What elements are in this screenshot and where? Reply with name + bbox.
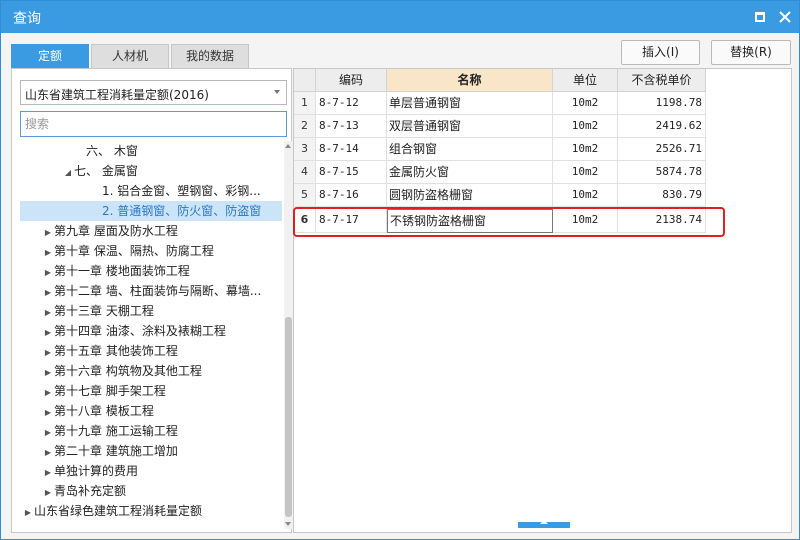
tree-scrollbar[interactable] xyxy=(284,141,293,529)
results-panel: 编码 名称 单位 不含税单价 1 8-7-12 单层普通钢窗 10m2 1198… xyxy=(293,68,792,533)
cell-price[interactable]: 5874.78 xyxy=(618,161,706,184)
highlight-box xyxy=(293,207,725,237)
cell-name[interactable]: 单层普通钢窗 xyxy=(387,92,553,115)
tree-node-ch18[interactable]: ▶ 第十八章 模板工程 xyxy=(42,401,154,421)
cell-price[interactable]: 1198.78 xyxy=(618,92,706,115)
row-number[interactable]: 4 xyxy=(294,161,316,184)
tree-node-metal-window[interactable]: ◢ 七、 金属窗 xyxy=(62,161,138,181)
scroll-up-icon[interactable] xyxy=(285,144,291,148)
tree-node-steel-window[interactable]: 2. 普通钢窗、防火窗、防盗窗 xyxy=(20,201,282,221)
collapsed-arrow-icon[interactable]: ▶ xyxy=(42,443,54,463)
cell-unit[interactable]: 10m2 xyxy=(553,161,618,184)
tree-node-ch14[interactable]: ▶ 第十四章 油漆、涂料及裱糊工程 xyxy=(42,321,226,341)
row-number[interactable]: 5 xyxy=(294,184,316,207)
left-panel: 山东省建筑工程消耗量定额(2016) 六、 木窗 ◢七、 金属窗 1. 铝合金窗… xyxy=(11,68,293,533)
row-number[interactable]: 2 xyxy=(294,115,316,138)
cell-unit[interactable]: 10m2 xyxy=(553,92,618,115)
collapsed-arrow-icon[interactable]: ▶ xyxy=(42,363,54,383)
tree-node-ch17[interactable]: ▶ 第十七章 脚手架工程 xyxy=(42,381,166,401)
collapsed-arrow-icon[interactable]: ▶ xyxy=(42,343,54,363)
cell-price[interactable]: 830.79 xyxy=(618,184,706,207)
quota-db-value: 山东省建筑工程消耗量定额(2016) xyxy=(25,88,209,102)
collapsed-arrow-icon[interactable]: ▶ xyxy=(42,223,54,243)
tree-node-qingdao[interactable]: ▶ 青岛补充定额 xyxy=(42,481,126,501)
chapter-tree: 六、 木窗 ◢ 七、 金属窗 1. 铝合金窗、塑钢窗、彩钢... 2. 普通钢窗、… xyxy=(12,141,282,529)
tree-node-green-building[interactable]: ▶ 山东省绿色建筑工程消耗量定额 xyxy=(22,501,202,521)
tree-node-ch10[interactable]: ▶ 第十章 保温、隔热、防腐工程 xyxy=(42,241,214,261)
close-icon[interactable] xyxy=(777,9,793,25)
tree-node-ch19[interactable]: ▶ 第十九章 施工运输工程 xyxy=(42,421,178,441)
header-code[interactable]: 编码 xyxy=(316,69,387,92)
cell-name[interactable]: 组合钢窗 xyxy=(387,138,553,161)
expanded-arrow-icon[interactable]: ◢ xyxy=(62,163,74,183)
collapsed-arrow-icon[interactable]: ▶ xyxy=(42,463,54,483)
quota-db-select[interactable]: 山东省建筑工程消耗量定额(2016) xyxy=(20,80,287,105)
header-unit[interactable]: 单位 xyxy=(553,69,618,92)
cell-code[interactable]: 8-7-13 xyxy=(316,115,387,138)
tab-dinge[interactable]: 定额 xyxy=(11,44,89,68)
collapse-panel-tab[interactable] xyxy=(518,520,570,528)
header-price[interactable]: 不含税单价 xyxy=(618,69,706,92)
scroll-down-icon[interactable] xyxy=(285,522,291,526)
cell-code[interactable]: 8-7-14 xyxy=(316,138,387,161)
collapsed-arrow-icon[interactable]: ▶ xyxy=(42,283,54,301)
cell-name[interactable]: 金属防火窗 xyxy=(387,161,553,184)
scroll-thumb[interactable] xyxy=(285,317,292,517)
cell-name[interactable]: 圆钢防盗格栅窗 xyxy=(387,184,553,207)
window-title: 查询 xyxy=(13,11,41,27)
collapsed-arrow-icon[interactable]: ▶ xyxy=(42,303,54,323)
tree-node-ch9[interactable]: ▶ 第九章 屋面及防水工程 xyxy=(42,221,178,241)
cell-code[interactable]: 8-7-15 xyxy=(316,161,387,184)
query-dialog: 查询 定额 人材机 我的数据 插入(I) 替换(R) 山东省建筑工程消耗量定额(… xyxy=(0,0,800,540)
cell-price[interactable]: 2526.71 xyxy=(618,138,706,161)
row-number[interactable]: 1 xyxy=(294,92,316,115)
row-number[interactable]: 3 xyxy=(294,138,316,161)
chevron-down-icon xyxy=(274,90,280,94)
cell-code[interactable]: 8-7-12 xyxy=(316,92,387,115)
cell-unit[interactable]: 10m2 xyxy=(553,138,618,161)
maximize-icon[interactable] xyxy=(752,9,768,25)
tree-node-aluminum-window[interactable]: 1. 铝合金窗、塑钢窗、彩钢... xyxy=(102,181,282,201)
search-input[interactable] xyxy=(20,111,287,137)
tree-node-ch20[interactable]: ▶ 第二十章 建筑施工增加 xyxy=(42,441,178,461)
title-bar[interactable]: 查询 xyxy=(1,1,799,33)
cell-name[interactable]: 双层普通钢窗 xyxy=(387,115,553,138)
tab-rencaiji[interactable]: 人材机 xyxy=(91,44,169,68)
tab-my-data[interactable]: 我的数据 xyxy=(171,44,249,68)
collapsed-arrow-icon[interactable]: ▶ xyxy=(42,263,54,283)
chevron-up-icon xyxy=(540,520,548,524)
cell-unit[interactable]: 10m2 xyxy=(553,115,618,138)
tree-node-ch11[interactable]: ▶ 第十一章 楼地面装饰工程 xyxy=(42,261,190,281)
collapsed-arrow-icon[interactable]: ▶ xyxy=(42,403,54,423)
tree-node-ch16[interactable]: ▶ 第十六章 构筑物及其他工程 xyxy=(42,361,202,381)
tree-node-ch13[interactable]: ▶ 第十三章 天棚工程 xyxy=(42,301,154,321)
collapsed-arrow-icon[interactable]: ▶ xyxy=(42,383,54,403)
header-row-number xyxy=(294,69,316,92)
collapsed-arrow-icon[interactable]: ▶ xyxy=(42,423,54,443)
collapsed-arrow-icon[interactable]: ▶ xyxy=(42,243,54,263)
tree-node-ch15[interactable]: ▶ 第十五章 其他装饰工程 xyxy=(42,341,178,361)
cell-price[interactable]: 2419.62 xyxy=(618,115,706,138)
tree-node-separate-fees[interactable]: ▶ 单独计算的费用 xyxy=(42,461,138,481)
collapsed-arrow-icon[interactable]: ▶ xyxy=(42,323,54,343)
cell-code[interactable]: 8-7-16 xyxy=(316,184,387,207)
collapsed-arrow-icon[interactable]: ▶ xyxy=(22,503,34,523)
tree-node-ch12[interactable]: ▶ 第十二章 墙、柱面装饰与隔断、幕墙... xyxy=(42,281,282,301)
tree-node-wood-window[interactable]: 六、 木窗 xyxy=(74,141,138,161)
cell-unit[interactable]: 10m2 xyxy=(553,184,618,207)
insert-button[interactable]: 插入(I) xyxy=(621,40,700,65)
replace-button[interactable]: 替换(R) xyxy=(711,40,791,65)
header-name[interactable]: 名称 xyxy=(387,69,553,92)
collapsed-arrow-icon[interactable]: ▶ xyxy=(42,483,54,503)
